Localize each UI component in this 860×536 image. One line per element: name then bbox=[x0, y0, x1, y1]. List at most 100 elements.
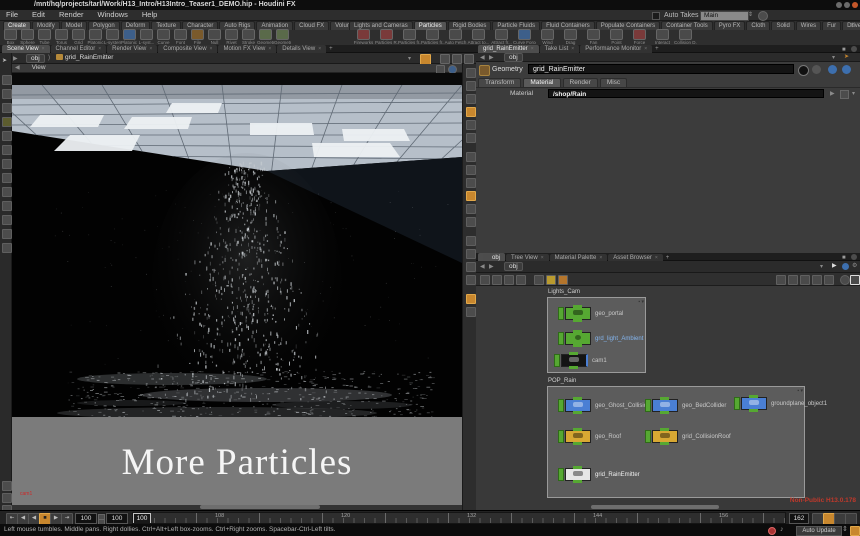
select-node-icon[interactable] bbox=[812, 65, 821, 74]
display-flag[interactable] bbox=[558, 430, 564, 443]
net-badge-icon-4[interactable] bbox=[516, 275, 526, 285]
display-flag[interactable] bbox=[558, 332, 564, 345]
frame-icon[interactable] bbox=[466, 133, 476, 143]
box-controls-icon[interactable]: ▪ ▾ bbox=[638, 299, 644, 305]
tab-performance-monitor[interactable]: Performance Monitor× bbox=[580, 45, 652, 53]
gear-menu-icon[interactable] bbox=[798, 65, 809, 76]
misc-tool-icon[interactable] bbox=[2, 243, 12, 253]
net-dots-icon[interactable] bbox=[776, 275, 786, 285]
shelf-tab-cloud-fx[interactable]: Cloud FX bbox=[294, 21, 329, 30]
display-flag[interactable] bbox=[558, 399, 564, 412]
tool-lsystem[interactable]: L-system bbox=[104, 29, 121, 45]
wireframe-icon[interactable] bbox=[466, 152, 476, 162]
display-flag[interactable] bbox=[645, 399, 651, 412]
shelf-tab-solid[interactable]: Solid bbox=[771, 21, 794, 30]
node-geo-portal[interactable]: geo_portal bbox=[558, 307, 623, 319]
param-tab-render[interactable]: Render bbox=[563, 78, 598, 87]
display-flag[interactable] bbox=[734, 397, 740, 410]
pose-tool-icon[interactable] bbox=[2, 117, 12, 127]
net-badge-icon-1[interactable] bbox=[480, 275, 490, 285]
tool-rivet[interactable]: Rivet bbox=[223, 29, 240, 45]
tool-curve-force[interactable]: Curve Force bbox=[513, 29, 536, 45]
display-flag[interactable] bbox=[645, 430, 651, 443]
tool-null[interactable]: Null bbox=[206, 29, 223, 45]
menu-file[interactable]: File bbox=[0, 10, 24, 20]
maximize-button[interactable] bbox=[844, 2, 850, 8]
viewport-3d-scene[interactable] bbox=[12, 73, 462, 417]
view-pivot-icon[interactable] bbox=[466, 120, 476, 130]
normals-display-icon[interactable] bbox=[466, 249, 476, 259]
range-start-field[interactable]: 100 bbox=[106, 513, 128, 524]
path-context[interactable]: obj bbox=[504, 262, 523, 271]
light-node-icon[interactable] bbox=[565, 332, 591, 345]
box-controls-icon[interactable]: ▪ ▾ bbox=[797, 388, 803, 394]
frame-all-icon[interactable] bbox=[850, 275, 860, 285]
info-tool-icon[interactable] bbox=[2, 229, 12, 239]
net-badge-icon-2[interactable] bbox=[492, 275, 502, 285]
nav-forward-icon[interactable]: ▶ bbox=[489, 263, 494, 270]
camera-icon[interactable] bbox=[466, 94, 476, 104]
close-button[interactable] bbox=[852, 2, 858, 8]
menu-edit[interactable]: Edit bbox=[26, 10, 51, 20]
shelf-options-gear-icon[interactable]: ⚙ bbox=[850, 22, 855, 29]
minimize-button[interactable] bbox=[836, 2, 842, 8]
geo-node-icon[interactable] bbox=[652, 399, 678, 412]
viewport-scrollbar[interactable] bbox=[200, 505, 320, 509]
new-tab-icon[interactable]: + bbox=[655, 46, 659, 52]
highquality-light-icon[interactable] bbox=[466, 191, 476, 201]
network-canvas[interactable]: Lights_Cam ▪ ▾ geo_portal grd_light_Ambi… bbox=[476, 286, 860, 510]
jump-to-operator-icon[interactable] bbox=[840, 90, 849, 99]
tool-geometry-2[interactable]: Geometr... bbox=[274, 29, 291, 45]
geo-node-icon[interactable] bbox=[565, 399, 591, 412]
edit-tool-icon[interactable] bbox=[2, 215, 12, 225]
tool-attract-to[interactable]: Attract to... bbox=[467, 29, 490, 45]
tool-font[interactable]: Font bbox=[172, 29, 189, 45]
tool-fan[interactable]: Fan bbox=[582, 29, 605, 45]
display-flag[interactable] bbox=[558, 468, 564, 481]
param-tab-misc[interactable]: Misc bbox=[600, 78, 627, 87]
tool-platonic-sp[interactable]: Platonic Sp... bbox=[121, 29, 138, 45]
tool-auto-fetch[interactable]: Auto Fetch bbox=[444, 29, 467, 45]
update-mode-icon[interactable] bbox=[850, 526, 860, 536]
take-stepper-icon[interactable]: ⇕ bbox=[748, 11, 753, 19]
param-menu-icon[interactable]: ▾ bbox=[852, 90, 855, 97]
flipbook-icon[interactable] bbox=[2, 481, 12, 491]
tool-file[interactable]: File bbox=[189, 29, 206, 45]
gear-icon[interactable]: ⚙ bbox=[852, 262, 857, 269]
tool-force[interactable]: Force bbox=[628, 29, 651, 45]
tab-motion-fx-view[interactable]: Motion FX View× bbox=[218, 45, 276, 53]
tool-particles-r[interactable]: Particles R... bbox=[375, 29, 398, 45]
tool-tube[interactable]: Tube bbox=[36, 29, 53, 45]
open-picker-icon[interactable]: ▶ bbox=[830, 90, 835, 97]
tool-stroke[interactable]: Stroke bbox=[240, 29, 257, 45]
close-icon[interactable]: × bbox=[644, 46, 647, 52]
handles-tool-icon[interactable] bbox=[2, 131, 12, 141]
network-scrollbar[interactable] bbox=[591, 505, 719, 509]
paint-tool-icon[interactable] bbox=[2, 187, 12, 197]
sculpt-tool-icon[interactable] bbox=[2, 201, 12, 211]
shelf-tab-pyro-fx[interactable]: Pyro FX bbox=[714, 21, 746, 30]
snap-icon[interactable] bbox=[440, 54, 450, 64]
select-arrow-icon[interactable]: ➤ bbox=[2, 57, 7, 64]
new-tab-icon[interactable]: + bbox=[329, 46, 333, 52]
close-icon[interactable]: × bbox=[318, 46, 321, 52]
start-frame-field[interactable]: 100 bbox=[75, 513, 97, 524]
camera-node-icon[interactable] bbox=[561, 354, 588, 367]
geo-node-icon[interactable] bbox=[565, 307, 591, 320]
tool-torus[interactable]: Torus bbox=[53, 29, 70, 45]
pointer-icon[interactable]: ➤ bbox=[844, 53, 849, 60]
world-space-icon[interactable] bbox=[842, 65, 851, 74]
take-selector[interactable]: Main bbox=[700, 11, 749, 21]
help-icon[interactable] bbox=[828, 65, 837, 74]
close-icon[interactable]: × bbox=[268, 46, 271, 52]
shaded-icon[interactable] bbox=[466, 165, 476, 175]
tool-attract-from[interactable]: Attract fr... bbox=[490, 29, 513, 45]
tool-platonic[interactable]: Platonic bbox=[87, 29, 104, 45]
tool-interact[interactable]: Interact bbox=[651, 29, 674, 45]
lighting-icon[interactable] bbox=[466, 178, 476, 188]
reflections-icon[interactable] bbox=[466, 217, 476, 227]
tool-drag[interactable]: Drag bbox=[559, 29, 582, 45]
view-tool-label[interactable]: View bbox=[32, 64, 46, 71]
net-connect-icon[interactable] bbox=[800, 275, 810, 285]
nav-forward-icon[interactable]: ▶ bbox=[489, 54, 494, 61]
